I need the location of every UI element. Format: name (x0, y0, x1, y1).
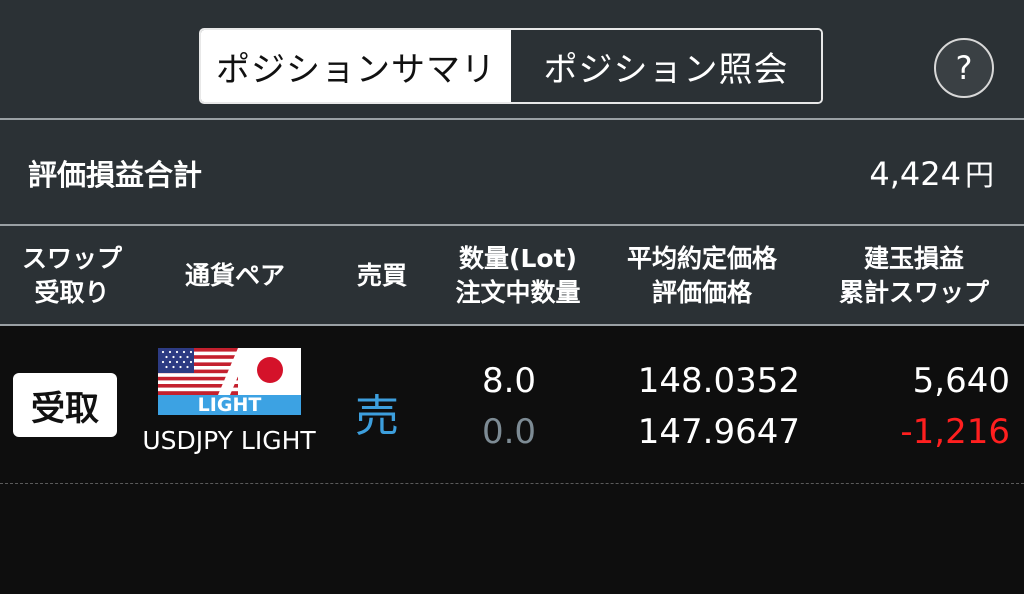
ordering-quantity: 0.0 (481, 412, 537, 452)
currency-pair-name: USDJPY LIGHT (142, 426, 316, 455)
evaluation-price: 147.9647 (637, 412, 800, 452)
col-header-pl-line1: 建玉損益 (863, 244, 964, 273)
col-header-price-line2: 評価価格 (651, 278, 752, 307)
col-header-swap-receive: スワップ 受取り (14, 242, 130, 310)
col-header-qty-line1: 数量(Lot) (459, 244, 577, 273)
help-button[interactable]: ? (934, 38, 994, 98)
col-header-side-text: 売買 (356, 261, 407, 290)
quantity-lot: 8.0 (481, 361, 537, 401)
average-fill-price: 148.0352 (637, 361, 800, 401)
total-pl-value: 4,424 円 (869, 152, 994, 194)
total-pl-amount: 4,424 (869, 155, 961, 193)
view-toggle: ポジションサマリ ポジション照会 (199, 28, 823, 104)
col-header-pl-line2: 累計スワップ (838, 278, 989, 307)
col-header-swap-line1: スワップ (21, 244, 122, 273)
tab-position-summary[interactable]: ポジションサマリ (201, 30, 511, 102)
col-header-side: 売買 (344, 259, 420, 293)
position-pl: 5,640 (912, 361, 1010, 401)
total-pl-unit: 円 (964, 158, 994, 192)
tab-position-inquiry[interactable]: ポジション照会 (511, 30, 821, 102)
col-header-price-line1: 平均約定価格 (626, 244, 777, 273)
trade-side: 売 (355, 391, 399, 442)
total-pl-label: 評価損益合計 (28, 158, 203, 192)
cumulative-swap: -1,216 (900, 412, 1010, 452)
flag-badge-text: LIGHT (198, 394, 262, 415)
col-header-pair-text: 通貨ペア (184, 261, 285, 290)
receive-swap-button[interactable]: 受取 (13, 373, 117, 437)
usdjpy-flag-icon: LIGHT (158, 348, 301, 415)
col-header-price: 平均約定価格 評価価格 (608, 242, 796, 310)
col-header-pl: 建玉損益 累計スワップ (820, 242, 1008, 310)
col-header-swap-line2: 受取り (34, 278, 110, 307)
question-mark-icon: ? (955, 49, 973, 87)
col-header-pair: 通貨ペア (170, 259, 300, 293)
col-header-quantity: 数量(Lot) 注文中数量 (438, 242, 598, 310)
col-header-qty-line2: 注文中数量 (455, 278, 581, 307)
divider (0, 324, 1024, 326)
row-divider (0, 483, 1024, 484)
